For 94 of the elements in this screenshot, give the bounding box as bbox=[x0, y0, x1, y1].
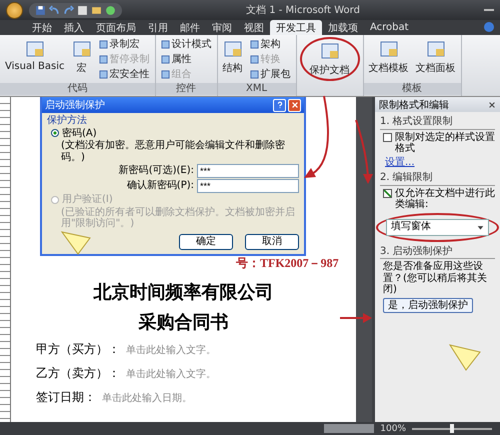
edit-type-dropdown[interactable]: 填写窗体 bbox=[386, 218, 489, 236]
square-icon bbox=[250, 54, 259, 64]
document-title: 北京时间频率有限公司 bbox=[92, 281, 274, 304]
radio-button[interactable] bbox=[51, 129, 59, 138]
ribbon-button[interactable]: 宏 bbox=[70, 37, 94, 81]
square-icon bbox=[160, 70, 170, 78]
content-control[interactable]: 单击此处输入日期。 bbox=[102, 390, 192, 404]
dialog-title: 启动强制保护 bbox=[45, 98, 106, 112]
field-label: 确认新密码(P): bbox=[126, 180, 194, 192]
arrow bbox=[340, 313, 372, 323]
document-number: 号：TFK2007－987 bbox=[236, 255, 340, 272]
ribbon-button[interactable]: 文档面板 bbox=[414, 37, 458, 81]
checkbox-label: 仅允许在文档中进行此类编辑: bbox=[395, 188, 495, 210]
toolbar-icon[interactable] bbox=[77, 4, 88, 16]
ribbon-tab[interactable]: Acrobat bbox=[364, 20, 415, 35]
square-icon bbox=[250, 40, 259, 48]
field-label: 签订日期： bbox=[36, 389, 96, 406]
enforce-button[interactable]: 是，启动强制保护 bbox=[383, 298, 473, 313]
checkbox[interactable] bbox=[383, 188, 392, 198]
settings-link[interactable]: 设置... bbox=[385, 156, 495, 168]
ribbon-tab[interactable]: 审阅 bbox=[206, 20, 238, 35]
checkbox-label: 限制对选定的样式设置格式 bbox=[395, 132, 495, 154]
arrow bbox=[355, 120, 373, 184]
ribbon-button[interactable]: 架构 bbox=[248, 37, 293, 51]
document-icon bbox=[378, 39, 399, 59]
section-label: 保护方法 bbox=[47, 115, 88, 126]
ribbon-tab[interactable]: 加载项 bbox=[322, 20, 364, 35]
ribbon-button[interactable]: 设计模式 bbox=[158, 37, 214, 51]
square-icon bbox=[160, 40, 170, 48]
help-icon[interactable] bbox=[484, 22, 494, 32]
toolbar-icon[interactable] bbox=[105, 4, 116, 16]
help-button[interactable] bbox=[273, 98, 286, 112]
document-icon bbox=[320, 41, 340, 61]
ribbon-tab[interactable]: 引用 bbox=[142, 20, 174, 35]
option-label: 密码(A) bbox=[62, 128, 97, 139]
group-label: XML bbox=[218, 83, 296, 95]
field-label: 甲方（买方）： bbox=[36, 341, 120, 358]
ribbon-button[interactable]: 保护文档 bbox=[308, 39, 352, 79]
content-control[interactable]: 单击此处输入文字。 bbox=[126, 366, 216, 380]
square-icon bbox=[98, 70, 108, 78]
toolbar-icon[interactable] bbox=[91, 4, 102, 16]
pane-text: 您是否准备应用这些设置？(您可以稍后将其关闭) bbox=[383, 261, 488, 296]
ribbon-tab[interactable]: 视图 bbox=[238, 20, 270, 35]
pointer-icon bbox=[448, 344, 481, 371]
caret-icon bbox=[477, 224, 484, 230]
office-button[interactable] bbox=[6, 2, 23, 18]
ribbon-tab[interactable]: 开发工具 bbox=[270, 20, 322, 35]
ribbon-button[interactable]: 结构 bbox=[220, 37, 245, 81]
square-icon bbox=[98, 40, 108, 48]
close-icon[interactable] bbox=[488, 100, 496, 108]
field-label: 乙方（卖方）： bbox=[36, 365, 120, 382]
document-icon bbox=[72, 39, 92, 59]
document-subtitle: 采购合同书 bbox=[138, 311, 230, 334]
pane-title: 限制格式和编辑 bbox=[379, 98, 449, 112]
option-label: 用户验证(I) bbox=[62, 194, 113, 206]
dialog-button[interactable]: 确定 bbox=[179, 234, 233, 250]
ribbon-button[interactable]: 文档模板 bbox=[366, 37, 411, 81]
dialog-button[interactable]: 取消 bbox=[245, 234, 299, 250]
group-label: 代码 bbox=[0, 83, 155, 95]
ribbon-button[interactable]: Visual Basic bbox=[3, 37, 67, 81]
option-note: (已验证的所有者可以删除文档保护。文档被加密并启用"限制访问"。) bbox=[61, 206, 296, 230]
ribbon-tab[interactable]: 邮件 bbox=[174, 20, 206, 35]
question-mark-icon bbox=[276, 101, 284, 109]
password-field[interactable]: *** bbox=[197, 179, 299, 193]
option-note: (文档没有加密。恶意用户可能会编辑文件和删除密码。) bbox=[61, 140, 286, 163]
group-label: 模板 bbox=[364, 83, 461, 95]
ribbon-tab[interactable]: 页面布局 bbox=[90, 20, 142, 35]
content-control[interactable]: 单击此处输入文字。 bbox=[126, 342, 216, 356]
square-icon bbox=[98, 54, 108, 64]
close-button[interactable] bbox=[288, 98, 301, 112]
square-icon bbox=[160, 54, 170, 64]
ribbon-button[interactable]: 宏安全性 bbox=[96, 67, 152, 81]
group-label: 控件 bbox=[156, 83, 217, 95]
zoom-level[interactable]: 100% bbox=[380, 424, 406, 434]
section-heading: 3. 启动强制保护 bbox=[380, 246, 495, 259]
document-icon bbox=[426, 39, 446, 59]
section-heading: 2. 编辑限制 bbox=[380, 172, 495, 186]
field-label: 新密码(可选)(E): bbox=[118, 165, 194, 177]
ribbon-tab[interactable]: 开始 bbox=[26, 20, 58, 35]
ribbon-button[interactable]: 扩展包 bbox=[248, 67, 293, 81]
ribbon-button[interactable]: 录制宏 bbox=[96, 37, 152, 51]
password-field[interactable]: *** bbox=[197, 164, 299, 178]
close-icon bbox=[290, 101, 298, 109]
window-title: 文档 1 - Microsoft Word bbox=[245, 4, 361, 17]
square-icon bbox=[250, 70, 259, 78]
document-icon bbox=[222, 39, 243, 59]
pointer-icon bbox=[60, 231, 91, 255]
redo-icon[interactable] bbox=[63, 4, 74, 16]
section-heading: 1. 格式设置限制 bbox=[380, 116, 495, 130]
ribbon-button[interactable]: 属性 bbox=[158, 52, 214, 66]
save-icon[interactable] bbox=[35, 4, 46, 16]
ribbon-tab[interactable]: 插入 bbox=[58, 20, 90, 35]
document-icon bbox=[24, 39, 45, 59]
checkbox[interactable] bbox=[383, 132, 392, 142]
